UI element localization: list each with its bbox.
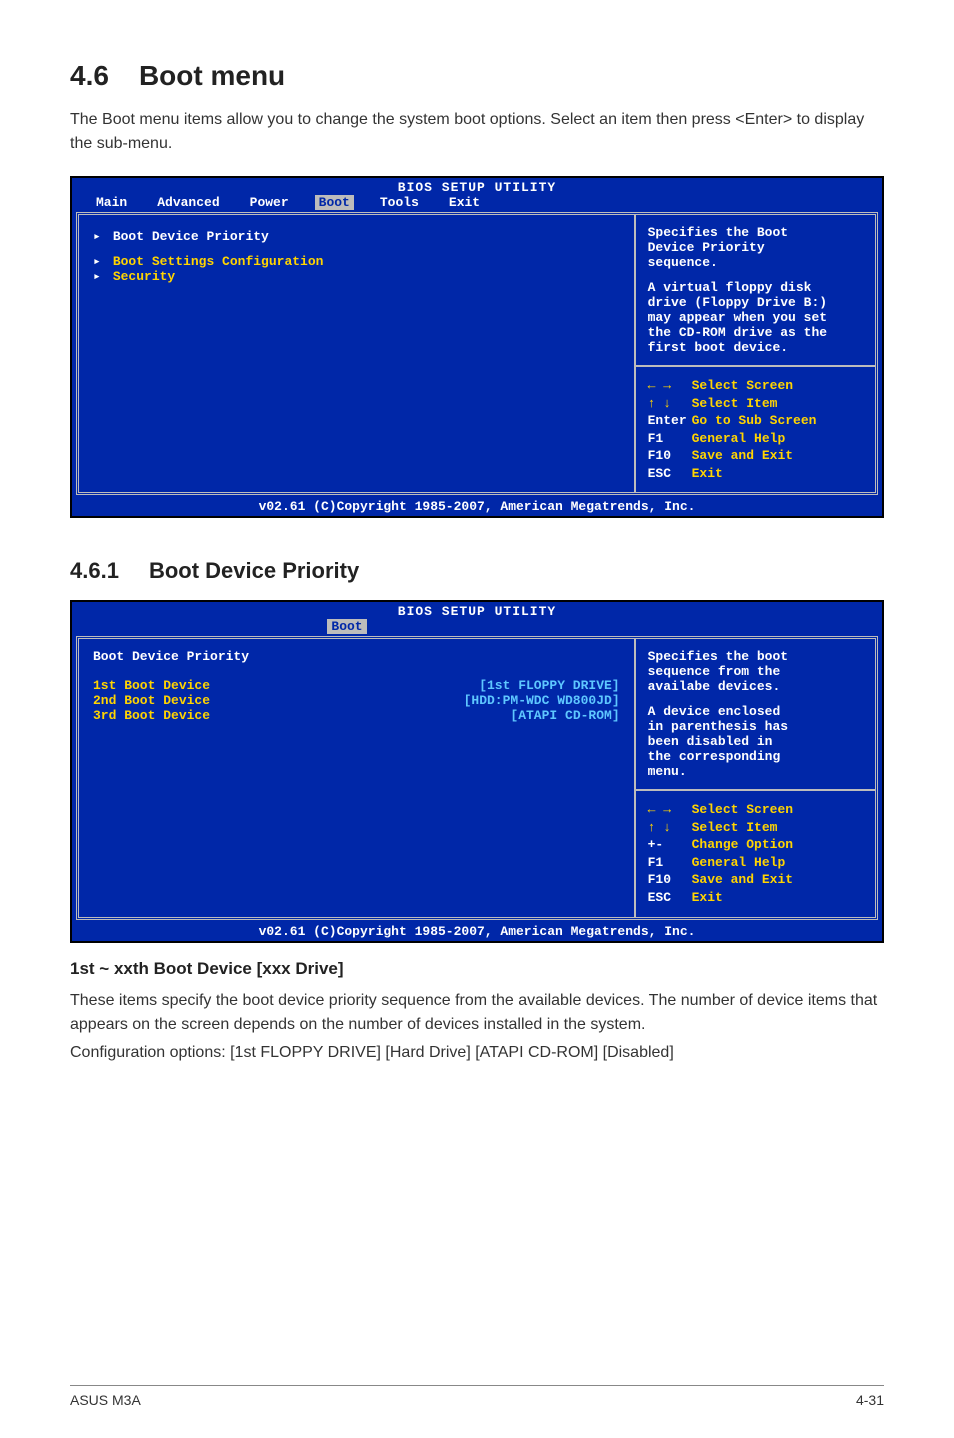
key-label: ESC [648,465,692,483]
submenu-arrow-icon: ▸ [93,269,101,284]
bios-keys-panel: ← →Select Screen ↑ ↓Select Item +-Change… [636,791,875,916]
key-desc: Select Screen [692,802,793,817]
help-line: Device Priority [648,240,863,255]
help-line: A device enclosed [648,704,863,719]
footer-page-number: 4-31 [856,1392,884,1408]
bios-help-panel: Specifies the Boot Device Priority seque… [636,215,875,367]
key-desc: Save and Exit [692,872,793,887]
arrow-ud-icon: ↑ ↓ [648,395,692,413]
bios-title: BIOS SETUP UTILITY [72,178,882,195]
arrow-ud-icon: ↑ ↓ [648,819,692,837]
bios-keys-panel: ← →Select Screen ↑ ↓Select Item EnterGo … [636,367,875,492]
row-value: [ATAPI CD-ROM] [470,708,619,723]
tab-exit[interactable]: Exit [445,195,484,210]
row-label: 1st Boot Device [93,678,210,693]
menu-item-boot-settings-config[interactable]: ▸ Boot Settings Configuration [93,254,620,269]
menu-label: Boot Device Priority [113,229,269,244]
page-footer: ASUS M3A 4-31 [70,1385,884,1408]
tab-power[interactable]: Power [246,195,293,210]
key-desc: Select Item [692,820,778,835]
submenu-arrow-icon: ▸ [93,229,101,244]
arrow-lr-icon: ← → [648,801,692,819]
key-desc: Go to Sub Screen [692,413,817,428]
field-paragraph-1: These items specify the boot device prio… [70,989,884,1037]
row-label: 3rd Boot Device [93,708,210,723]
tab-tools[interactable]: Tools [376,195,423,210]
key-label: F1 [648,854,692,872]
section-number: 4.6 [70,60,109,91]
bios-menubar: Main Advanced Power Boot Tools Exit [72,195,882,212]
bios-screenshot-boot-device-priority: BIOS SETUP UTILITY Boot Boot Device Prio… [70,600,884,942]
subsection-heading: 4.6.1 Boot Device Priority [70,558,884,584]
key-desc: Change Option [692,837,793,852]
field-paragraph-2: Configuration options: [1st FLOPPY DRIVE… [70,1041,884,1065]
help-line: the CD-ROM drive as the [648,325,863,340]
bios-left-panel: ▸ Boot Device Priority ▸ Boot Settings C… [79,215,636,492]
section-intro: The Boot menu items allow you to change … [70,108,884,156]
arrow-lr-icon: ← → [648,377,692,395]
help-line: menu. [648,764,863,779]
bios-help-panel: Specifies the boot sequence from the ava… [636,639,875,791]
key-desc: Select Screen [692,378,793,393]
help-line: may appear when you set [648,310,863,325]
menu-item-boot-device-priority[interactable]: ▸ Boot Device Priority [93,229,620,244]
submenu-arrow-icon: ▸ [93,254,101,269]
help-line: sequence from the [648,664,863,679]
row-label: 2nd Boot Device [93,693,210,708]
help-line: sequence. [648,255,863,270]
bios-left-panel: Boot Device Priority 1st Boot Device [1s… [79,639,636,916]
help-line: been disabled in [648,734,863,749]
help-line: in parenthesis has [648,719,863,734]
key-label: ESC [648,889,692,907]
help-line: the corresponding [648,749,863,764]
menu-label: Security [113,269,175,284]
key-desc: Exit [692,890,723,905]
help-line: availabe devices. [648,679,863,694]
tab-advanced[interactable]: Advanced [153,195,223,210]
boot-device-row-1[interactable]: 1st Boot Device [1st FLOPPY DRIVE] [93,678,620,693]
panel-header: Boot Device Priority [93,649,620,664]
subsection-number: 4.6.1 [70,558,119,583]
row-value: [HDD:PM-WDC WD800JD] [424,693,620,708]
key-label: Enter [648,412,692,430]
key-desc: General Help [692,855,786,870]
help-line: first boot device. [648,340,863,355]
field-heading: 1st ~ xxth Boot Device [xxx Drive] [70,959,884,979]
key-desc: Exit [692,466,723,481]
key-desc: General Help [692,431,786,446]
help-line: A virtual floppy disk [648,280,863,295]
tab-main[interactable]: Main [92,195,131,210]
key-desc: Save and Exit [692,448,793,463]
subsection-title: Boot Device Priority [149,558,359,583]
menu-item-security[interactable]: ▸ Security [93,269,620,284]
menu-label: Boot Settings Configuration [113,254,324,269]
tab-boot[interactable]: Boot [315,195,354,210]
section-heading: 4.6 Boot menu [70,60,884,92]
bios-copyright: v02.61 (C)Copyright 1985-2007, American … [72,497,882,516]
boot-device-row-3[interactable]: 3rd Boot Device [ATAPI CD-ROM] [93,708,620,723]
key-label: +- [648,836,692,854]
key-label: F10 [648,871,692,889]
row-value: [1st FLOPPY DRIVE] [439,678,619,693]
panel-header-text: Boot Device Priority [93,649,249,664]
section-title: Boot menu [139,60,285,91]
footer-product: ASUS M3A [70,1392,141,1408]
help-line: Specifies the Boot [648,225,863,240]
key-desc: Select Item [692,396,778,411]
key-label: F10 [648,447,692,465]
key-label: F1 [648,430,692,448]
bios-copyright: v02.61 (C)Copyright 1985-2007, American … [72,922,882,941]
help-line: Specifies the boot [648,649,863,664]
bios-screenshot-boot-menu: BIOS SETUP UTILITY Main Advanced Power B… [70,176,884,518]
help-line: drive (Floppy Drive B:) [648,295,863,310]
boot-device-row-2[interactable]: 2nd Boot Device [HDD:PM-WDC WD800JD] [93,693,620,708]
bios-menubar: Boot [72,619,882,636]
bios-title: BIOS SETUP UTILITY [72,602,882,619]
tab-boot[interactable]: Boot [327,619,366,634]
